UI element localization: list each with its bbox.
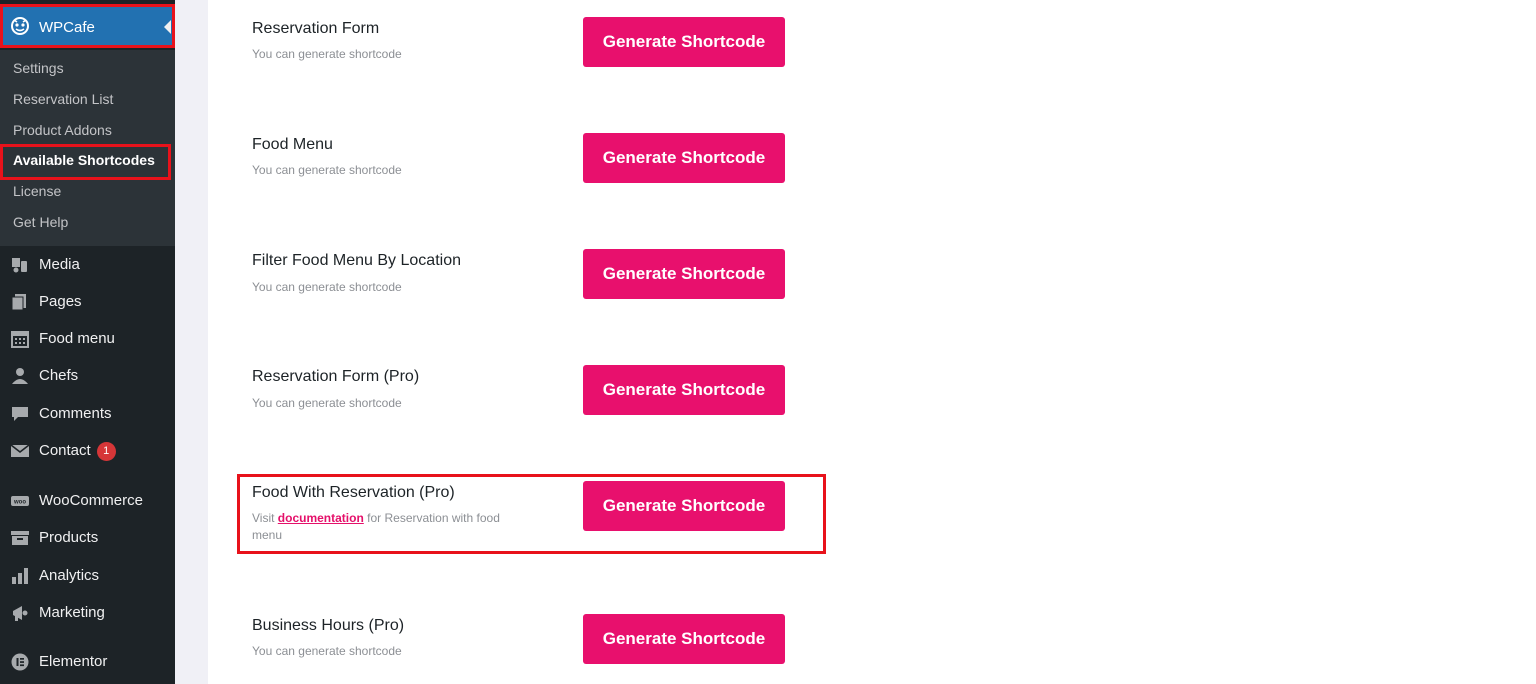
sidebar-item-label: Analytics [39, 567, 100, 584]
sidebar-item-chefs[interactable]: Chefs [0, 360, 175, 392]
current-menu-arrow [164, 20, 171, 34]
sidebar-item-products[interactable]: Products [0, 522, 175, 554]
sidebar-item-label: Media [39, 256, 80, 273]
sidebar-item-label: Marketing [39, 604, 105, 621]
sidebar-item-woocommerce[interactable]: woo WooCommerce [0, 485, 175, 517]
shortcode-title: Food Menu [252, 136, 333, 153]
submenu-item-product-addons[interactable]: Product Addons [13, 122, 112, 138]
sidebar-item-label: WPCafe [39, 19, 95, 36]
bar-chart-icon [12, 568, 28, 584]
generate-shortcode-button-reservation-form-pro[interactable]: Generate Shortcode [583, 365, 785, 415]
sidebar-item-label: WooCommerce [39, 492, 143, 509]
user-icon [12, 368, 28, 384]
shortcode-title: Reservation Form [252, 20, 380, 37]
shortcode-description: You can generate shortcode [252, 163, 402, 177]
notification-badge: 1 [96, 442, 116, 461]
content-gutter [175, 0, 208, 684]
sidebar-item-elementor[interactable]: Elementor [0, 646, 175, 678]
generate-shortcode-button-reservation-form[interactable]: Generate Shortcode [583, 17, 785, 67]
shortcode-description: You can generate shortcode [252, 47, 402, 61]
shortcode-title: Food With Reservation (Pro) [252, 484, 455, 501]
generate-shortcode-button-filter-food-menu[interactable]: Generate Shortcode [583, 249, 785, 299]
sidebar-item-media[interactable]: Media [0, 249, 175, 281]
active-item-highlight [0, 144, 171, 180]
shortcode-title: Filter Food Menu By Location [252, 252, 461, 269]
archive-icon [11, 531, 29, 545]
megaphone-icon [13, 606, 28, 621]
submenu-item-reservation-list[interactable]: Reservation List [13, 91, 113, 107]
sidebar-item-comments[interactable]: Comments [0, 398, 175, 430]
sidebar-item-label: Contact 1 [39, 442, 116, 461]
sidebar-item-label: Chefs [39, 367, 79, 384]
sidebar-item-label: Elementor [39, 653, 108, 670]
sidebar-item-label: Comments [39, 405, 112, 422]
wpcafe-logo-icon [11, 17, 29, 35]
calendar-icon [11, 331, 29, 348]
pages-icon [11, 294, 26, 311]
shortcode-description: You can generate shortcode [252, 396, 402, 410]
shortcode-title: Reservation Form (Pro) [252, 368, 420, 385]
elementor-icon [11, 653, 29, 671]
woocommerce-icon: woo [11, 496, 29, 506]
sidebar-item-analytics[interactable]: Analytics [0, 560, 175, 592]
mail-icon [10, 444, 30, 457]
sidebar-item-wpcafe[interactable]: WPCafe [0, 4, 175, 48]
sidebar-item-food-menu[interactable]: Food menu [0, 323, 175, 355]
sidebar-item-label: Products [39, 529, 99, 546]
shortcode-description: Visit documentation for Reservation with… [252, 511, 500, 542]
shortcodes-panel: Reservation Form You can generate shortc… [208, 0, 1536, 684]
sidebar-item-contact[interactable]: Contact 1 [0, 435, 175, 467]
sidebar-item-label: Food menu [39, 330, 115, 347]
submenu-item-license[interactable]: License [13, 183, 61, 199]
generate-shortcode-button-business-hours[interactable]: Generate Shortcode [583, 614, 785, 664]
sidebar-item-pages[interactable]: Pages [0, 286, 175, 318]
sidebar-item-label: Pages [39, 293, 82, 310]
submenu-item-settings[interactable]: Settings [13, 60, 64, 76]
documentation-link[interactable]: documentation [278, 511, 364, 525]
svg-text:woo: woo [13, 500, 26, 506]
shortcode-title: Business Hours (Pro) [252, 617, 405, 634]
shortcode-description: You can generate shortcode [252, 644, 402, 658]
generate-shortcode-button-food-menu[interactable]: Generate Shortcode [583, 133, 785, 183]
generate-shortcode-button-food-with-reservation[interactable]: Generate Shortcode [583, 481, 785, 531]
shortcode-description: You can generate shortcode [252, 280, 402, 294]
media-icon [12, 258, 27, 273]
submenu-item-get-help[interactable]: Get Help [13, 214, 68, 230]
sidebar-item-marketing[interactable]: Marketing [0, 597, 175, 629]
admin-sidebar: WPCafe Settings Reservation List Product… [0, 0, 175, 684]
comment-icon [12, 407, 28, 421]
